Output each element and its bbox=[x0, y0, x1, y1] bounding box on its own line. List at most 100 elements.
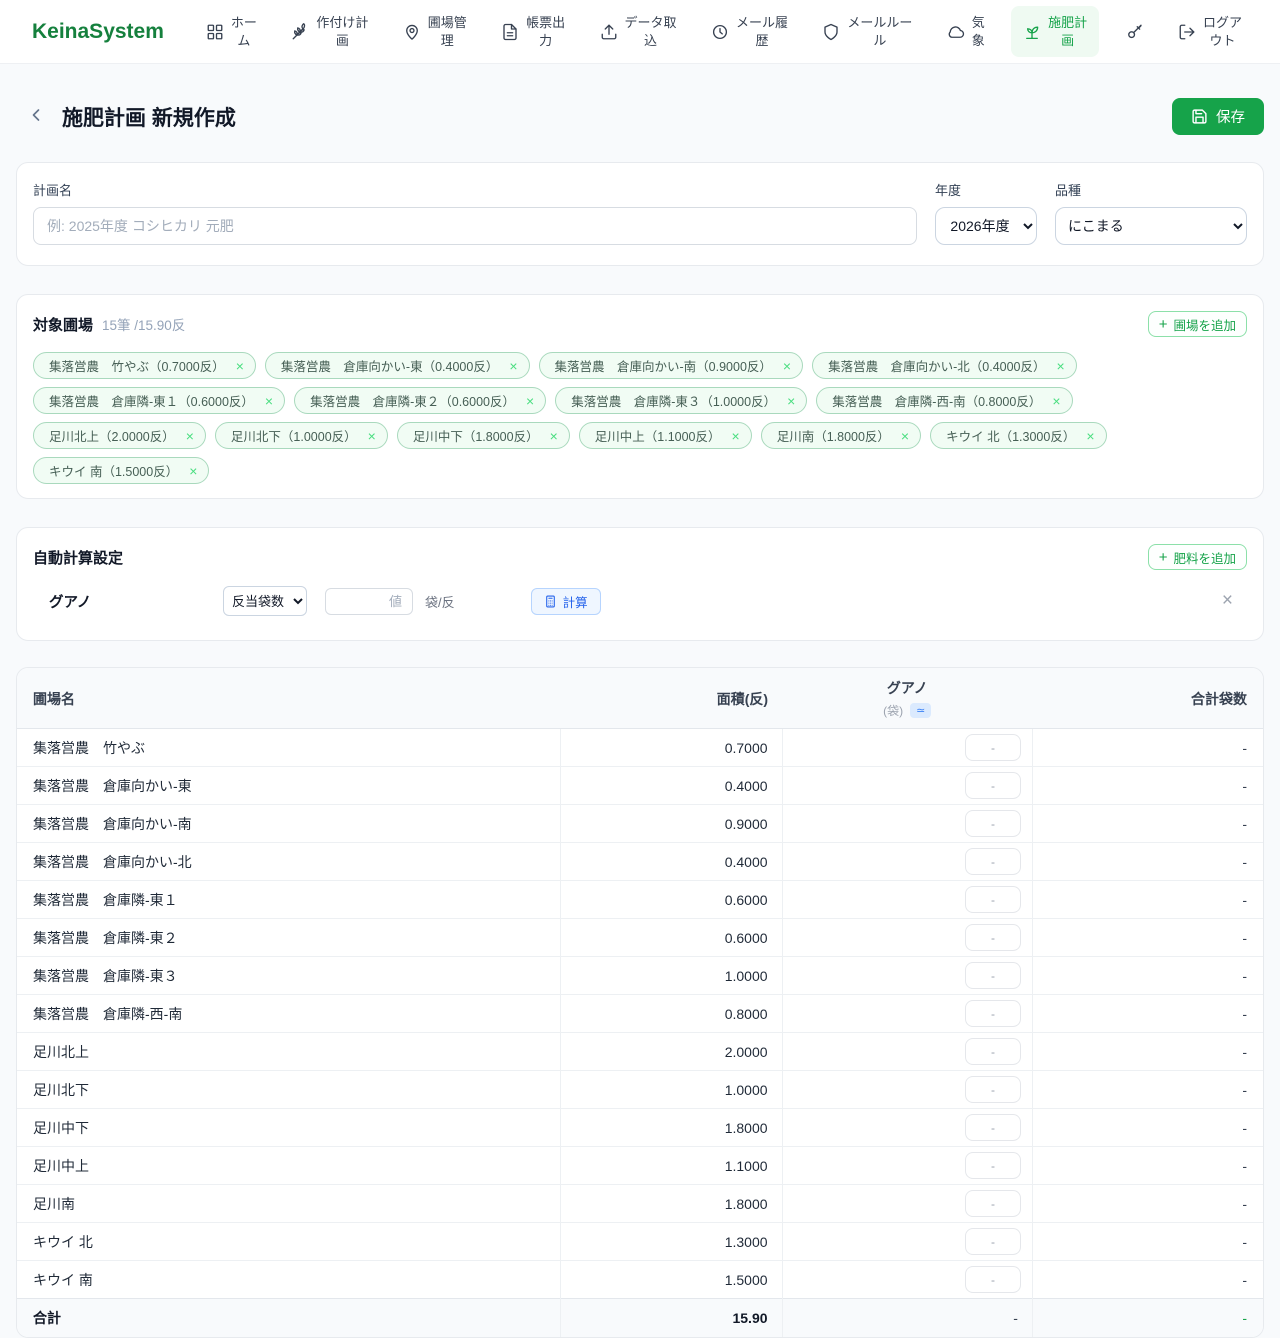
nav-item-file[interactable]: 帳票出 力 bbox=[493, 8, 573, 55]
nav-item-label: 帳票出 力 bbox=[526, 14, 565, 49]
nav-item-grid[interactable]: ホー ム bbox=[198, 8, 265, 55]
fertilizer-amount-input[interactable] bbox=[965, 1076, 1021, 1103]
fertilizer-amount-input[interactable] bbox=[965, 886, 1021, 913]
map-pin-icon bbox=[403, 23, 421, 41]
field-area-cell: 1.1000 bbox=[560, 1147, 782, 1185]
fertilizer-amount-input[interactable] bbox=[965, 962, 1021, 989]
plus-icon: + bbox=[1159, 550, 1168, 565]
field-tags: 集落営農 竹やぶ（0.7000反）×集落営農 倉庫向かい-東（0.4000反）×… bbox=[33, 352, 1247, 484]
fertilizer-amount-input[interactable] bbox=[965, 1000, 1021, 1027]
logout-icon bbox=[1178, 23, 1196, 41]
calculate-button[interactable]: 計算 bbox=[531, 588, 601, 615]
nav-item-shield[interactable]: メールルー ル bbox=[814, 8, 920, 55]
row-total-cell: - bbox=[1032, 1261, 1263, 1299]
fertilizer-amount-input[interactable] bbox=[965, 1266, 1021, 1293]
row-total-cell: - bbox=[1032, 767, 1263, 805]
table-body: 集落営農 竹やぶ0.7000-集落営農 倉庫向かい-東0.4000-集落営農 倉… bbox=[17, 729, 1263, 1299]
nav-item-sprout[interactable]: 施肥計 画 bbox=[1011, 6, 1099, 57]
remove-tag-icon[interactable]: × bbox=[901, 429, 909, 443]
field-tag-label: 足川北上（2.0000反） bbox=[49, 426, 175, 445]
nav-item-cloud[interactable]: 気 象 bbox=[939, 8, 993, 55]
fertilizer-amount-cell bbox=[782, 1147, 1032, 1185]
fertilizer-amount-input[interactable] bbox=[965, 772, 1021, 799]
field-name-cell: 集落営農 竹やぶ bbox=[17, 729, 560, 767]
field-tag: 足川中下（1.8000反）× bbox=[397, 422, 570, 449]
nav-item-history[interactable]: メール履 歴 bbox=[703, 8, 796, 55]
remove-tag-icon[interactable]: × bbox=[1086, 429, 1094, 443]
add-fertilizer-button[interactable]: + 肥料を追加 bbox=[1148, 544, 1247, 570]
remove-tag-icon[interactable]: × bbox=[265, 394, 273, 408]
year-select[interactable]: 2026年度 bbox=[935, 207, 1037, 245]
remove-tag-icon[interactable]: × bbox=[509, 359, 517, 373]
nav-item-label: データ取 込 bbox=[625, 14, 677, 49]
remove-tag-icon[interactable]: × bbox=[1052, 394, 1060, 408]
fertilizer-amount-input[interactable] bbox=[965, 1228, 1021, 1255]
add-fertilizer-label: 肥料を追加 bbox=[1173, 548, 1236, 567]
fertilizer-amount-cell bbox=[782, 995, 1032, 1033]
field-name-cell: 集落営農 倉庫向かい-北 bbox=[17, 843, 560, 881]
plan-name-label: 計画名 bbox=[33, 180, 917, 199]
fertilizer-amount-input[interactable] bbox=[965, 848, 1021, 875]
remove-tag-icon[interactable]: × bbox=[526, 394, 534, 408]
remove-tag-icon[interactable]: × bbox=[186, 429, 194, 443]
row-total-cell: - bbox=[1032, 805, 1263, 843]
field-area-cell: 1.0000 bbox=[560, 1071, 782, 1109]
fertilizer-amount-input[interactable] bbox=[965, 1114, 1021, 1141]
fertilizer-amount-input[interactable] bbox=[965, 1152, 1021, 1179]
field-tag-label: 集落営農 竹やぶ（0.7000反） bbox=[49, 356, 225, 375]
table-row: 集落営農 倉庫隣-東１0.6000- bbox=[17, 881, 1263, 919]
fertilizer-amount-input[interactable] bbox=[965, 1038, 1021, 1065]
remove-tag-icon[interactable]: × bbox=[368, 429, 376, 443]
remove-tag-icon[interactable]: × bbox=[550, 429, 558, 443]
nav-item-upload[interactable]: データ取 込 bbox=[592, 8, 685, 55]
field-area-cell: 0.6000 bbox=[560, 919, 782, 957]
variety-select[interactable]: にこまる bbox=[1055, 207, 1247, 245]
fertilizer-amount-cell bbox=[782, 1223, 1032, 1261]
fertilizer-amount-input[interactable] bbox=[965, 734, 1021, 761]
remove-tag-icon[interactable]: × bbox=[236, 359, 244, 373]
remove-tag-icon[interactable]: × bbox=[1057, 359, 1065, 373]
remove-fertilizer-button[interactable]: × bbox=[1222, 590, 1233, 612]
table-row: 足川北上2.0000- bbox=[17, 1033, 1263, 1071]
save-button[interactable]: 保存 bbox=[1172, 98, 1264, 135]
target-fields-head: 対象圃場 15筆 /15.90反 + 圃場を追加 bbox=[33, 311, 1247, 337]
table-row: 足川北下1.0000- bbox=[17, 1071, 1263, 1109]
calc-mode-select[interactable]: 反当袋数 bbox=[223, 586, 307, 616]
table-header-row: 圃場名 面積(反) グアノ (袋) ≃ 合計袋数 bbox=[17, 668, 1263, 729]
nav-item-logout[interactable]: ログア ウト bbox=[1170, 8, 1250, 55]
fertilizer-amount-cell bbox=[782, 1109, 1032, 1147]
total-fertilizer: - bbox=[782, 1299, 1032, 1337]
field-area-cell: 1.3000 bbox=[560, 1223, 782, 1261]
calc-value-input[interactable] bbox=[325, 588, 413, 615]
fertilizer-amount-input[interactable] bbox=[965, 810, 1021, 837]
cloud-icon bbox=[947, 23, 965, 41]
add-field-label: 圃場を追加 bbox=[1173, 315, 1236, 334]
fertilizer-amount-input[interactable] bbox=[965, 1190, 1021, 1217]
remove-tag-icon[interactable]: × bbox=[787, 394, 795, 408]
nav-item-wheat[interactable]: 作付け計 画 bbox=[283, 8, 376, 55]
fertilizer-amount-cell bbox=[782, 1071, 1032, 1109]
chevron-left-icon bbox=[26, 105, 46, 128]
row-total-cell: - bbox=[1032, 1185, 1263, 1223]
fertilizer-amount-cell bbox=[782, 1185, 1032, 1223]
target-fields-card: 対象圃場 15筆 /15.90反 + 圃場を追加 集落営農 竹やぶ（0.7000… bbox=[16, 294, 1264, 499]
col-header-area: 面積(反) bbox=[560, 668, 782, 729]
nav-item-map-pin[interactable]: 圃場管 理 bbox=[395, 8, 475, 55]
fertilizer-amount-input[interactable] bbox=[965, 924, 1021, 951]
app-logo[interactable]: KeinaSystem bbox=[32, 20, 164, 44]
plan-name-input[interactable] bbox=[33, 207, 917, 245]
nav-item-key[interactable] bbox=[1118, 17, 1152, 47]
add-field-button[interactable]: + 圃場を追加 bbox=[1148, 311, 1247, 337]
back-button[interactable] bbox=[20, 105, 52, 128]
remove-tag-icon[interactable]: × bbox=[732, 429, 740, 443]
save-icon bbox=[1191, 108, 1208, 125]
row-total-cell: - bbox=[1032, 729, 1263, 767]
page-title: 施肥計画 新規作成 bbox=[62, 102, 1172, 132]
table-row: 足川中下1.8000- bbox=[17, 1109, 1263, 1147]
remove-tag-icon[interactable]: × bbox=[189, 464, 197, 478]
fertilizer-amount-cell bbox=[782, 843, 1032, 881]
remove-tag-icon[interactable]: × bbox=[783, 359, 791, 373]
table-row: 集落営農 倉庫隣-東３1.0000- bbox=[17, 957, 1263, 995]
field-name-cell: 足川中下 bbox=[17, 1109, 560, 1147]
shield-icon bbox=[822, 23, 840, 41]
